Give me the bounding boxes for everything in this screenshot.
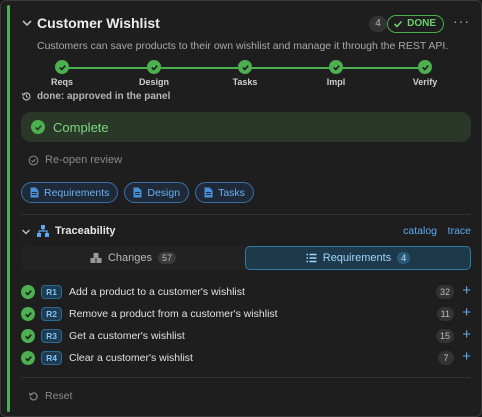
reopen-review-button[interactable]: Re-open review — [28, 154, 122, 166]
tasks-doc-button[interactable]: Tasks — [195, 182, 254, 203]
step-verify[interactable]: Verify — [395, 59, 455, 87]
complete-label: Complete — [53, 119, 109, 135]
step-design[interactable]: Design — [124, 59, 184, 87]
tab-changes-count: 57 — [158, 252, 177, 264]
count-badge: 4 — [369, 16, 387, 32]
requirements-doc-button[interactable]: Requirements — [21, 182, 119, 203]
section-divider — [21, 377, 471, 378]
catalog-link[interactable]: catalog — [403, 225, 437, 237]
status-accent-bar — [7, 5, 10, 412]
wishlist-card: Customer Wishlist 4 DONE ··· Customers c… — [0, 0, 482, 417]
status-badge: DONE — [387, 15, 444, 33]
list-icon — [306, 253, 317, 263]
requirement-id: R1 — [41, 285, 62, 299]
traceability-header: Traceability catalog trace — [18, 224, 471, 240]
tab-changes[interactable]: Changes 57 — [21, 246, 245, 270]
check-circle-icon — [21, 307, 35, 321]
step-reqs[interactable]: Reqs — [32, 59, 92, 87]
check-circle-icon — [21, 285, 35, 299]
tab-requirements-label: Requirements — [322, 252, 392, 264]
document-links: Requirements Design Tasks — [21, 182, 254, 203]
requirements-list: R1 Add a product to a customer's wishlis… — [21, 281, 471, 369]
complete-status-bar: Complete — [21, 112, 471, 142]
check-circle-icon — [31, 120, 45, 134]
history-icon — [21, 92, 31, 101]
chevron-down-icon[interactable] — [20, 16, 34, 30]
step-label: Tasks — [232, 77, 258, 87]
requirement-text: Remove a product from a customer's wishl… — [69, 308, 278, 320]
traceability-title: Traceability — [55, 225, 116, 237]
requirement-id: R2 — [41, 307, 62, 321]
traceability-tabs: Changes 57 Requirements 4 — [21, 246, 471, 270]
requirement-count: 15 — [435, 329, 454, 343]
hierarchy-icon — [37, 225, 49, 237]
check-circle-icon — [21, 351, 35, 365]
workflow-stepper: Reqs Design Tasks Impl Verify — [18, 59, 471, 89]
step-label: Verify — [412, 77, 438, 87]
list-item[interactable]: R2 Remove a product from a customer's wi… — [21, 303, 471, 325]
check-icon — [418, 60, 432, 74]
reset-icon — [28, 391, 38, 400]
add-icon[interactable]: + — [462, 282, 471, 300]
step-label: Design — [138, 77, 169, 87]
card-description: Customers can save products to their own… — [37, 40, 449, 52]
tab-requirements[interactable]: Requirements 4 — [245, 246, 471, 270]
trace-link[interactable]: trace — [448, 225, 471, 237]
status-badge-label: DONE — [407, 18, 436, 29]
check-icon — [329, 60, 343, 74]
requirement-count: 11 — [436, 307, 454, 321]
add-icon[interactable]: + — [462, 348, 471, 366]
section-divider — [21, 214, 471, 215]
card-content: Customer Wishlist 4 DONE ··· Customers c… — [18, 1, 471, 416]
add-icon[interactable]: + — [462, 326, 471, 344]
step-label: Reqs — [50, 77, 73, 87]
check-icon — [55, 60, 69, 74]
reset-label: Reset — [45, 390, 73, 402]
requirement-count: 7 — [438, 351, 454, 365]
tab-changes-label: Changes — [107, 252, 153, 264]
card-title: Customer Wishlist — [37, 15, 160, 31]
done-note: done: approved in the panel — [21, 91, 170, 102]
step-label: Impl — [326, 77, 346, 87]
check-icon — [394, 20, 403, 28]
requirement-id: R3 — [41, 329, 62, 343]
requirement-id: R4 — [41, 351, 62, 365]
design-doc-button[interactable]: Design — [124, 182, 190, 203]
tasks-doc-label: Tasks — [218, 186, 245, 199]
document-icon — [30, 187, 39, 198]
card-header: Customer Wishlist 4 DONE ··· — [18, 13, 471, 35]
requirement-text: Add a product to a customer's wishlist — [69, 286, 245, 298]
check-circle-outline-icon — [28, 155, 39, 165]
reopen-review-label: Re-open review — [45, 154, 123, 166]
requirement-count: 32 — [435, 285, 454, 299]
add-icon[interactable]: + — [462, 304, 471, 322]
document-icon — [204, 187, 213, 198]
check-icon — [147, 60, 161, 74]
step-impl[interactable]: Impl — [306, 59, 366, 87]
list-item[interactable]: R3 Get a customer's wishlist 15 + — [21, 325, 471, 347]
design-doc-label: Design — [147, 186, 181, 199]
chevron-down-icon[interactable] — [20, 226, 32, 238]
step-tasks[interactable]: Tasks — [215, 59, 275, 87]
list-item[interactable]: R4 Clear a customer's wishlist 7 + — [21, 347, 471, 369]
requirements-doc-label: Requirements — [44, 186, 110, 199]
document-icon — [133, 187, 142, 198]
requirement-text: Clear a customer's wishlist — [69, 352, 193, 364]
more-options-icon[interactable]: ··· — [453, 14, 469, 31]
reset-button[interactable]: Reset — [28, 390, 72, 402]
tab-requirements-count: 4 — [397, 252, 411, 264]
changes-icon — [90, 252, 102, 263]
check-icon — [238, 60, 252, 74]
check-circle-icon — [21, 329, 35, 343]
requirement-text: Get a customer's wishlist — [69, 330, 185, 342]
done-note-text: done: approved in the panel — [37, 91, 171, 102]
list-item[interactable]: R1 Add a product to a customer's wishlis… — [21, 281, 471, 303]
